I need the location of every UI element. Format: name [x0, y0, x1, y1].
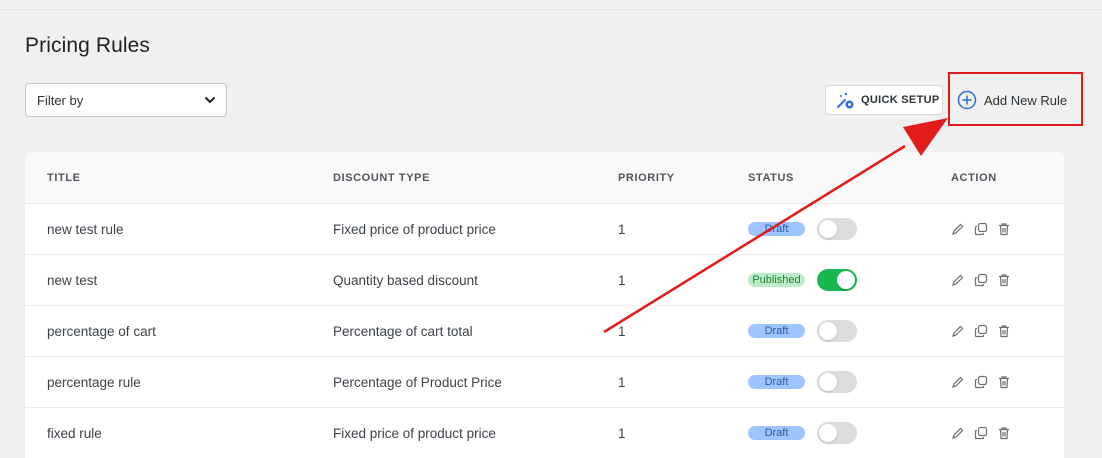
rule-title[interactable]: new test rule — [47, 222, 124, 237]
trash-icon[interactable] — [997, 426, 1011, 440]
row-actions — [951, 426, 1011, 440]
copy-icon[interactable] — [974, 426, 988, 440]
table-row: fixed rule Fixed price of product price … — [25, 408, 1064, 458]
status-toggle[interactable] — [817, 218, 857, 240]
header-action: ACTION — [951, 171, 997, 184]
admin-top-bar — [0, 0, 1102, 10]
page-title: Pricing Rules — [25, 34, 151, 57]
status-toggle[interactable] — [817, 320, 857, 342]
rule-discount-type: Quantity based discount — [333, 272, 478, 288]
status-badge: Draft — [748, 375, 805, 389]
trash-icon[interactable] — [997, 324, 1011, 338]
rule-status: Draft — [748, 422, 857, 444]
rule-priority: 1 — [618, 272, 626, 288]
rule-status: Draft — [748, 371, 857, 393]
plus-circle-icon — [957, 90, 977, 110]
rules-table: TITLE DISCOUNT TYPE PRIORITY STATUS ACTI… — [25, 152, 1064, 458]
header-discount-type: DISCOUNT TYPE — [333, 171, 431, 184]
pencil-icon[interactable] — [951, 375, 965, 389]
rule-title[interactable]: percentage rule — [47, 375, 141, 390]
table-row: new test Quantity based discount 1 Publi… — [25, 255, 1064, 306]
rule-discount-type: Percentage of cart total — [333, 323, 473, 339]
status-toggle[interactable] — [817, 422, 857, 444]
add-new-rule-button[interactable]: Add New Rule — [957, 88, 1067, 112]
status-badge: Published — [748, 273, 805, 287]
wizard-gear-icon — [835, 90, 855, 110]
rule-discount-type: Percentage of Product Price — [333, 374, 502, 390]
rule-title[interactable]: new test — [47, 273, 97, 288]
quick-setup-button[interactable]: QUICK SETUP — [825, 85, 943, 115]
trash-icon[interactable] — [997, 375, 1011, 389]
rule-priority: 1 — [618, 425, 626, 441]
pencil-icon[interactable] — [951, 222, 965, 236]
rule-status: Draft — [748, 320, 857, 342]
filter-select-value: Filter by — [37, 92, 84, 108]
pencil-icon[interactable] — [951, 426, 965, 440]
copy-icon[interactable] — [974, 222, 988, 236]
header-priority: PRIORITY — [618, 171, 675, 184]
table-header: TITLE DISCOUNT TYPE PRIORITY STATUS ACTI… — [25, 152, 1064, 204]
rule-discount-type: Fixed price of product price — [333, 425, 496, 441]
copy-icon[interactable] — [974, 273, 988, 287]
rule-title[interactable]: fixed rule — [47, 426, 102, 441]
status-badge: Draft — [748, 426, 805, 440]
trash-icon[interactable] — [997, 222, 1011, 236]
row-actions — [951, 273, 1011, 287]
trash-icon[interactable] — [997, 273, 1011, 287]
copy-icon[interactable] — [974, 375, 988, 389]
table-row: percentage rule Percentage of Product Pr… — [25, 357, 1064, 408]
table-row: new test rule Fixed price of product pri… — [25, 204, 1064, 255]
filter-select[interactable]: Filter by — [25, 83, 227, 117]
quick-setup-label: QUICK SETUP — [861, 94, 940, 106]
rule-title[interactable]: percentage of cart — [47, 324, 156, 339]
row-actions — [951, 324, 1011, 338]
rule-priority: 1 — [618, 221, 626, 237]
status-toggle[interactable] — [817, 371, 857, 393]
pencil-icon[interactable] — [951, 273, 965, 287]
rule-status: Published — [748, 269, 857, 291]
status-badge: Draft — [748, 324, 805, 338]
header-title: TITLE — [47, 171, 81, 184]
rule-priority: 1 — [618, 374, 626, 390]
rule-priority: 1 — [618, 323, 626, 339]
row-actions — [951, 222, 1011, 236]
copy-icon[interactable] — [974, 324, 988, 338]
pencil-icon[interactable] — [951, 324, 965, 338]
row-actions — [951, 375, 1011, 389]
status-toggle[interactable] — [817, 269, 857, 291]
status-badge: Draft — [748, 222, 805, 236]
rule-discount-type: Fixed price of product price — [333, 221, 496, 237]
add-new-rule-label: Add New Rule — [984, 92, 1068, 108]
header-status: STATUS — [748, 171, 794, 184]
chevron-down-icon — [204, 94, 216, 106]
rule-status: Draft — [748, 218, 857, 240]
table-row: percentage of cart Percentage of cart to… — [25, 306, 1064, 357]
